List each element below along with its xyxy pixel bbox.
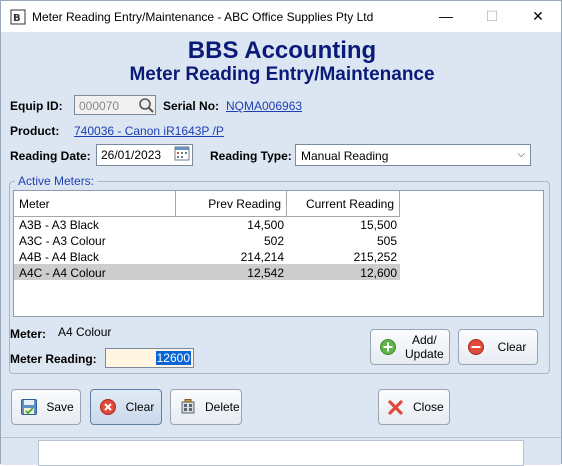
close-button[interactable]: Close: [378, 389, 450, 425]
company-heading: BBS Accounting: [187, 37, 377, 64]
add-update-button[interactable]: Add/ Update: [370, 329, 450, 365]
clear-meter-button[interactable]: Clear: [458, 329, 538, 365]
form-title-heading: Meter Reading Entry/Maintenance: [129, 64, 435, 85]
meter-cell: A3C - A3 Colour: [19, 234, 106, 248]
column-header-meter[interactable]: Meter: [14, 191, 176, 217]
status-panel: [38, 440, 524, 466]
product-label: Product:: [10, 124, 60, 138]
clear-button[interactable]: Clear: [90, 389, 162, 425]
meter-reading-input[interactable]: 12600: [105, 348, 194, 368]
meter-reading-value: 12600: [155, 351, 191, 365]
current-reading-cell: 15,500: [360, 218, 397, 232]
prev-reading-cell: 12,542: [247, 266, 284, 280]
close-label: Close: [413, 400, 444, 414]
minus-circle-icon: [468, 339, 484, 355]
product-link[interactable]: 740036 - Canon iR1643P /P: [74, 124, 224, 138]
window-title: Meter Reading Entry/Maintenance - ABC Of…: [32, 10, 374, 24]
column-header-current-reading[interactable]: Current Reading: [287, 191, 400, 217]
equip-id-value: 000070: [79, 99, 120, 113]
reading-type-value: Manual Reading: [301, 149, 389, 163]
app-icon: B: [10, 9, 26, 25]
delete-icon: [181, 399, 195, 414]
clear-label: Clear: [125, 400, 155, 414]
column-header-prev-reading[interactable]: Prev Reading: [176, 191, 287, 217]
equip-id-label: Equip ID:: [10, 99, 63, 113]
close-window-button[interactable]: ✕: [515, 1, 561, 32]
prev-reading-cell: 502: [263, 234, 284, 248]
prev-reading-cell: 14,500: [247, 218, 284, 232]
status-strip: [1, 437, 561, 466]
svg-text:B: B: [13, 13, 21, 24]
save-label: Save: [46, 400, 74, 414]
add-update-label: Add/ Update: [405, 333, 450, 361]
meter-cell: A4B - A4 Black: [19, 250, 100, 264]
title-bar: B Meter Reading Entry/Maintenance - ABC …: [1, 1, 561, 32]
add-update-label-line1: Add/: [412, 333, 437, 347]
minimize-button[interactable]: —: [423, 1, 469, 32]
reading-type-label: Reading Type:: [210, 149, 292, 163]
active-meters-title: Active Meters:: [15, 174, 98, 188]
save-button[interactable]: Save: [11, 389, 81, 425]
current-reading-cell: 12,600: [360, 266, 397, 280]
serial-no-label: Serial No:: [163, 99, 220, 113]
chevron-down-icon: ⌵: [517, 149, 525, 160]
meter-cell: A3B - A3 Black: [19, 218, 100, 232]
magnifier-lookup-icon[interactable]: [138, 97, 155, 114]
serial-no-link[interactable]: NQMA006963: [226, 99, 302, 113]
meter-cell: A4C - A4 Colour: [19, 266, 106, 280]
reading-date-label: Reading Date:: [10, 149, 91, 163]
current-reading-cell: 505: [376, 234, 397, 248]
clear-meter-label: Clear: [497, 340, 527, 354]
prev-reading-cell: 214,214: [240, 250, 284, 264]
meter-value: A4 Colour: [58, 325, 112, 339]
meter-reading-label: Meter Reading:: [10, 352, 97, 366]
maximize-button[interactable]: ☐: [469, 1, 515, 32]
delete-label: Delete: [205, 400, 240, 414]
active-meters-grid[interactable]: Meter Prev Reading Current Reading A3B -…: [13, 190, 544, 317]
close-x-icon: [388, 400, 403, 415]
reading-type-select[interactable]: Manual Reading ⌵: [295, 144, 531, 166]
reading-date-value: 26/01/2023: [101, 148, 162, 162]
current-reading-cell: 215,252: [353, 250, 397, 264]
add-update-label-line2: Update: [405, 347, 444, 361]
calendar-icon[interactable]: [174, 145, 190, 161]
delete-button[interactable]: Delete: [170, 389, 242, 425]
meter-reading-window: B Meter Reading Entry/Maintenance - ABC …: [0, 0, 562, 466]
save-icon: [21, 399, 37, 415]
clear-x-icon: [100, 399, 116, 415]
plus-circle-icon: [380, 339, 396, 355]
meter-label: Meter:: [10, 327, 47, 341]
